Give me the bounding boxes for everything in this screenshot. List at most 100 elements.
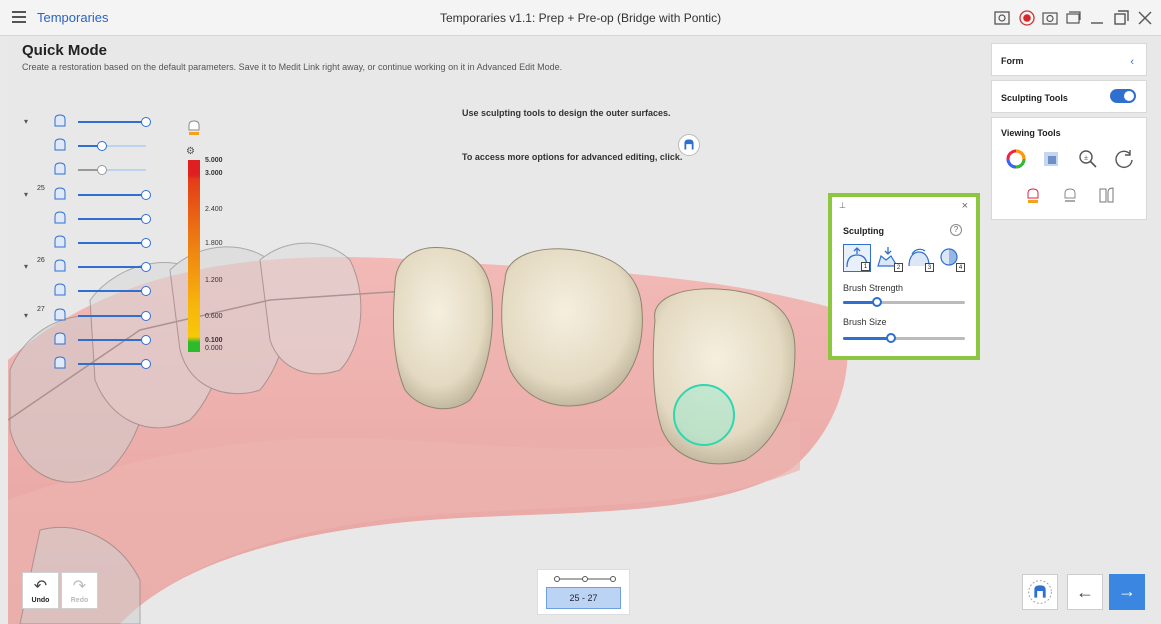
crown-icon[interactable] (52, 186, 68, 202)
view-mode-icon[interactable] (1022, 574, 1058, 610)
expand-arrow-icon[interactable]: ▾ (24, 117, 28, 126)
brush-size-slider[interactable] (843, 333, 965, 343)
undo-button[interactable]: ↶ Undo (22, 572, 59, 609)
antagonist-icon[interactable] (52, 161, 68, 177)
opacity-slider-knob[interactable] (141, 359, 151, 369)
brush-strength-knob[interactable] (872, 297, 883, 307)
inner-crown-icon[interactable] (52, 210, 68, 226)
window-mode-icon[interactable] (1064, 9, 1082, 27)
sculpting-tools-toggle[interactable] (1110, 89, 1136, 103)
opacity-slider-fill (78, 242, 146, 244)
redo-button[interactable]: ↷ Redo (61, 572, 98, 609)
opacity-slider-knob[interactable] (141, 238, 151, 248)
tree-row[interactable] (0, 331, 180, 347)
scan-jaw-icon[interactable] (52, 137, 68, 153)
undo-icon: ↶ (33, 578, 48, 595)
3d-viewport[interactable] (8, 36, 1161, 624)
brush-number: 2 (894, 263, 903, 272)
scale-tick-label: 1.800 (205, 240, 223, 247)
brush-smooth-button[interactable]: 3 (906, 244, 934, 272)
brush-number: 3 (925, 263, 934, 272)
back-arrow-button[interactable]: ← (1067, 574, 1103, 610)
capture-icon[interactable] (993, 9, 1011, 27)
expand-arrow-icon[interactable]: ▾ (24, 262, 28, 271)
dental-model-scene[interactable] (8, 36, 1161, 624)
scale-tick-label: 5.000 (205, 157, 223, 164)
tree-row[interactable]: ▾ 25 (0, 184, 180, 202)
brush-morph-button[interactable]: 4 (937, 244, 965, 272)
scale-tick-label: 1.200 (205, 277, 223, 284)
inner-crown-icon[interactable] (52, 331, 68, 347)
brush-size-label: Brush Size (843, 317, 887, 327)
brush-cursor (673, 384, 735, 446)
crown-icon[interactable] (52, 307, 68, 323)
reset-view-icon[interactable] (1113, 148, 1135, 170)
advanced-edit-icon[interactable] (678, 134, 700, 156)
brush-add-button[interactable]: 1 (843, 244, 871, 272)
minimize-icon[interactable] (1088, 9, 1106, 27)
brush-strength-slider[interactable] (843, 297, 965, 307)
scale-settings-icon[interactable]: ⚙ (186, 146, 200, 158)
inner-crown-icon[interactable] (52, 282, 68, 298)
opacity-slider-knob[interactable] (141, 189, 151, 200)
deviation-map-icon[interactable] (183, 116, 205, 138)
page-description: Create a restoration based on the defaul… (22, 62, 563, 72)
tooth-range-button[interactable]: 25 - 27 (546, 587, 621, 609)
tree-row[interactable] (0, 137, 180, 153)
screenshot-icon[interactable] (1041, 9, 1059, 27)
opacity-slider-knob[interactable] (96, 141, 107, 152)
transparency-icon[interactable] (1040, 148, 1062, 170)
opacity-slider-knob[interactable] (141, 213, 151, 224)
tree-row[interactable]: ▾ (0, 113, 180, 129)
expand-arrow-icon[interactable]: ▾ (24, 190, 28, 199)
crown-view-icon[interactable] (1059, 184, 1081, 206)
deviation-view-icon[interactable] (1022, 184, 1044, 206)
crown-icon[interactable] (52, 258, 68, 274)
zoom-icon[interactable]: ± (1077, 148, 1099, 170)
brush-number: 1 (861, 262, 870, 271)
scale-tick-label: 0.100 (205, 337, 223, 344)
help-icon[interactable]: ? (950, 224, 962, 236)
abutment-icon[interactable] (52, 355, 68, 371)
cross-section-icon[interactable] (1096, 184, 1118, 206)
title-bar: Temporaries Temporaries v1.1: Prep + Pre… (0, 0, 1161, 36)
tree-row[interactable] (0, 210, 180, 226)
brush-remove-button[interactable]: 2 (875, 244, 903, 272)
tree-row[interactable] (0, 161, 180, 177)
close-icon[interactable]: × (962, 200, 968, 212)
opacity-slider-knob[interactable] (141, 310, 151, 321)
page-title: Quick Mode (22, 42, 108, 59)
form-panel[interactable]: Form ‹ (991, 43, 1147, 76)
close-window-icon[interactable] (1136, 9, 1154, 27)
tree-row[interactable]: ▾ 26 (0, 257, 180, 274)
expand-arrow-icon[interactable]: ▾ (24, 311, 28, 320)
opacity-slider-knob[interactable] (96, 165, 107, 176)
opacity-slider-fill (78, 193, 146, 196)
tooth-number: 25 (37, 184, 45, 192)
record-icon[interactable] (1018, 9, 1036, 27)
tooth-number: 26 (37, 257, 45, 265)
brush-size-knob[interactable] (885, 333, 896, 343)
chevron-left-icon[interactable]: ‹ (1130, 56, 1134, 68)
maximize-icon[interactable] (1112, 9, 1130, 27)
opacity-slider-knob[interactable] (141, 262, 151, 273)
opacity-slider-fill (78, 363, 146, 365)
next-arrow-button[interactable]: → (1109, 574, 1145, 610)
opacity-slider-fill (78, 121, 146, 123)
opacity-slider-knob[interactable] (141, 117, 151, 127)
hint-sculpting: Use sculpting tools to design the outer … (462, 108, 671, 118)
tree-row[interactable]: ▾ 27 (0, 306, 180, 323)
range-slider-icon[interactable] (554, 574, 616, 584)
document-icon[interactable] (52, 113, 68, 129)
tree-row[interactable] (0, 234, 180, 250)
tree-row[interactable] (0, 355, 180, 371)
color-wheel-icon[interactable] (1005, 148, 1027, 170)
opacity-slider-fill (78, 290, 146, 293)
tree-row[interactable] (0, 282, 180, 298)
opacity-slider-knob[interactable] (141, 334, 151, 345)
abutment-icon[interactable] (52, 234, 68, 250)
sculpting-title: Sculpting (843, 226, 884, 236)
opacity-slider-knob[interactable] (141, 286, 151, 297)
pin-icon[interactable]: ⊥ (839, 201, 846, 210)
opacity-slider-fill (78, 266, 146, 269)
